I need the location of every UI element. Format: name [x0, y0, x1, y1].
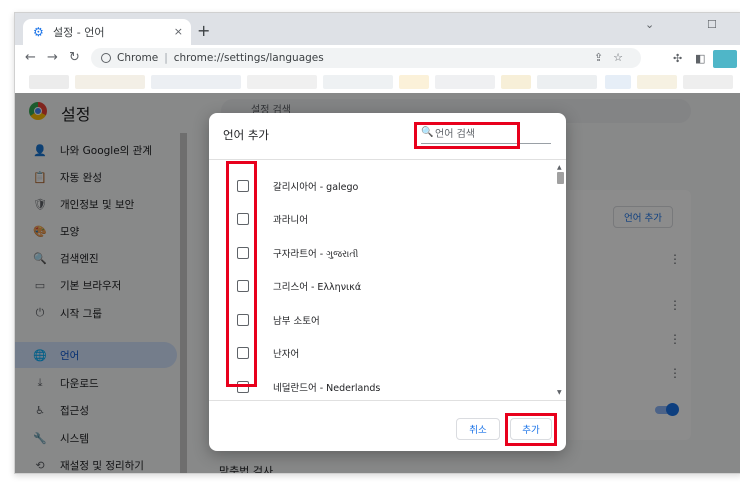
bookmark-item[interactable]: [29, 75, 69, 89]
bookmark-item[interactable]: [75, 75, 145, 89]
search-highlight-box: [414, 122, 520, 149]
omnibox-actions: ⇪☆: [594, 51, 633, 64]
tab-title: 설정 - 언어: [53, 26, 105, 39]
list-item[interactable]: 남부 소토어: [209, 303, 554, 336]
bookmark-item[interactable]: [247, 75, 317, 89]
back-button[interactable]: ←: [25, 50, 36, 65]
language-label: 구자라트어 - ગુજરાતી: [273, 248, 359, 260]
bookmark-item[interactable]: [323, 75, 393, 89]
language-label: 그리스어 - Ελληνικά: [273, 282, 362, 293]
bookmarks-bar: [15, 71, 740, 94]
add-language-dialog: 언어 추가 🔍 갈리시아어 - galego과라니어구자라트어 - ગુજરાત…: [209, 113, 566, 451]
toolbar: ← → ↻ Chrome | chrome://settings/languag…: [15, 45, 740, 71]
scroll-thumb[interactable]: [557, 172, 564, 184]
side-panel-icon[interactable]: ◧: [695, 52, 705, 65]
dialog-title: 언어 추가: [223, 128, 269, 142]
bookmark-item[interactable]: [683, 75, 733, 89]
language-label: 갈리시아어 - galego: [273, 181, 359, 193]
site-label: Chrome: [117, 52, 159, 64]
share-icon[interactable]: ⇪: [594, 51, 613, 64]
bookmark-item[interactable]: [537, 75, 597, 89]
address-bar[interactable]: Chrome | chrome://settings/languages ⇪☆: [91, 48, 641, 68]
reload-button[interactable]: ↻: [69, 50, 80, 65]
checkbox-highlight-box: [226, 161, 257, 387]
url-separator: |: [164, 52, 168, 64]
minimize-icon[interactable]: ⌄: [645, 18, 654, 31]
bookmark-item[interactable]: [399, 75, 429, 89]
restore-icon[interactable]: ☐: [707, 18, 717, 31]
add-highlight-box: [505, 413, 557, 446]
url-text: chrome://settings/languages: [173, 52, 324, 64]
language-label: 과라니어: [273, 215, 308, 226]
bookmark-item[interactable]: [501, 75, 531, 89]
profile-thumbnail[interactable]: [713, 50, 737, 68]
tab-settings[interactable]: ⚙ 설정 - 언어 ×: [23, 19, 191, 45]
language-list: 갈리시아어 - galego 과라니어구자라트어 - ગુજરાતી 그리스어 - …: [209, 159, 566, 401]
bookmark-item[interactable]: [435, 75, 495, 89]
star-icon[interactable]: ☆: [613, 51, 633, 64]
list-item[interactable]: 구자라트어 - ગુજરાતી: [209, 236, 554, 269]
bookmark-item[interactable]: [637, 75, 677, 89]
extensions-icon[interactable]: ✣: [673, 52, 682, 65]
gear-icon: ⚙: [33, 25, 44, 39]
new-tab-button[interactable]: +: [197, 21, 210, 40]
language-label: 네덜란드어 - Nederlands: [273, 382, 381, 394]
bookmark-item[interactable]: [605, 75, 631, 89]
close-icon[interactable]: ×: [174, 25, 183, 38]
list-item[interactable]: 그리스어 - Ελληνικά: [209, 270, 554, 303]
cancel-button[interactable]: 취소: [456, 418, 500, 440]
scroll-down-icon[interactable]: ▼: [557, 389, 562, 396]
scroll-up-icon[interactable]: ▲: [557, 164, 562, 171]
language-label: 남부 소토어: [273, 315, 320, 327]
list-item[interactable]: 갈리시아어 - galego: [209, 169, 554, 202]
list-scrollbar[interactable]: ▲ ▼: [557, 164, 564, 396]
tab-strip: ⚙ 설정 - 언어 × + ⌄ ☐: [15, 13, 740, 45]
chrome-site-icon: [101, 53, 111, 63]
list-item[interactable]: 난자어: [209, 337, 554, 370]
language-label: 난자어: [273, 349, 300, 360]
bookmark-item[interactable]: [151, 75, 241, 89]
list-item[interactable]: 과라니어: [209, 203, 554, 236]
forward-button[interactable]: →: [47, 50, 58, 65]
list-item[interactable]: 네덜란드어 - Nederlands: [209, 370, 554, 400]
